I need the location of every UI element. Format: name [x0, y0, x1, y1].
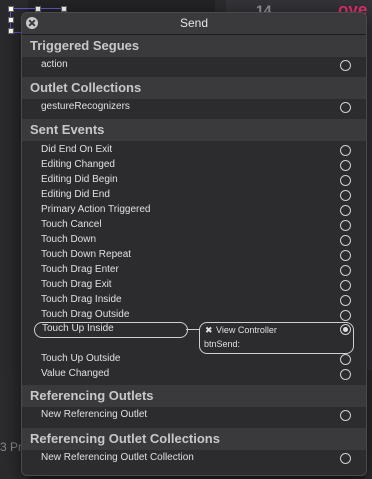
row-label: Touch Down Repeat [41, 249, 132, 260]
row-label: Editing Changed [41, 159, 115, 170]
resize-handle[interactable] [8, 17, 14, 23]
connected-circle-icon[interactable] [340, 324, 351, 335]
connection-row-touch-down[interactable]: Touch Down [22, 233, 366, 248]
section-header-referencing-outlet-collections: Referencing Outlet Collections [22, 428, 366, 450]
connection-row-new-referencing-outlet[interactable]: New Referencing Outlet [22, 408, 366, 423]
connection-row-touch-cancel[interactable]: Touch Cancel [22, 218, 366, 233]
connection-circle-icon[interactable] [340, 235, 351, 246]
connection-circle-icon[interactable] [340, 160, 351, 171]
connection-circle-icon[interactable] [340, 145, 351, 156]
connection-row-new-referencing-outlet-collection[interactable]: New Referencing Outlet Collection [22, 451, 366, 466]
connected-event-pill[interactable]: Touch Up Inside [34, 322, 188, 338]
section-label: Outlet Collections [30, 80, 142, 95]
connection-circle-icon[interactable] [340, 205, 351, 216]
section-label: Referencing Outlet Collections [30, 431, 220, 446]
row-label: gestureRecognizers [41, 101, 130, 112]
section-header-outlet-collections: Outlet Collections [22, 77, 366, 99]
popover-title: Send [179, 16, 209, 30]
section-header-sent-events: Sent Events [22, 119, 366, 141]
row-label: Editing Did End [41, 189, 110, 200]
connection-row-did-end-on-exit[interactable]: Did End On Exit [22, 143, 366, 158]
row-label: Editing Did Begin [41, 174, 118, 185]
row-label: Primary Action Triggered [41, 204, 151, 215]
connected-event-label: Touch Up Inside [42, 323, 114, 334]
connection-circle-icon[interactable] [340, 190, 351, 201]
connection-circle-icon[interactable] [340, 310, 351, 321]
connection-circle-icon[interactable] [340, 175, 351, 186]
section-header-triggered-segues: Triggered Segues [22, 35, 366, 57]
section-label: Sent Events [30, 122, 105, 137]
connection-circle-icon[interactable] [340, 453, 351, 464]
popover-titlebar: Send [22, 13, 366, 35]
row-label: Touch Drag Outside [41, 309, 130, 320]
connection-row-touch-drag-enter[interactable]: Touch Drag Enter [22, 263, 366, 278]
connection-row-editing-did-begin[interactable]: Editing Did Begin [22, 173, 366, 188]
connection-circle-icon[interactable] [340, 295, 351, 306]
connection-circle-icon[interactable] [340, 265, 351, 276]
connection-row-value-changed[interactable]: Value Changed [22, 367, 366, 382]
connection-circle-icon[interactable] [340, 410, 351, 421]
target-view-controller: View Controller [216, 325, 277, 335]
section-header-referencing-outlets: Referencing Outlets [22, 385, 366, 407]
row-label: Touch Up Outside [41, 353, 121, 364]
row-label: Touch Cancel [41, 219, 102, 230]
row-label: Touch Drag Enter [41, 264, 119, 275]
connection-row-gesture-recognizers[interactable]: gestureRecognizers [22, 100, 366, 115]
resize-handle[interactable] [8, 6, 14, 12]
row-label: New Referencing Outlet Collection [41, 452, 194, 463]
target-action-name: btnSend: [204, 339, 241, 349]
section-label: Triggered Segues [30, 38, 140, 53]
remove-connection-icon[interactable]: ✖ [205, 325, 213, 336]
connection-row-primary-action-triggered[interactable]: Primary Action Triggered [22, 203, 366, 218]
connection-circle-icon[interactable] [340, 102, 351, 113]
row-label: action [41, 59, 68, 70]
connection-row-touch-drag-outside[interactable]: Touch Drag Outside [22, 308, 366, 323]
connection-row-editing-changed[interactable]: Editing Changed [22, 158, 366, 173]
connection-row-touch-up-outside[interactable]: Touch Up Outside [22, 352, 366, 367]
connection-target-box[interactable]: ✖ View Controller btnSend: [199, 322, 354, 354]
row-label: Did End On Exit [41, 144, 113, 155]
connection-circle-icon[interactable] [340, 220, 351, 231]
connection-row-action[interactable]: action [22, 58, 366, 73]
connection-circle-icon[interactable] [340, 354, 351, 365]
section-label: Referencing Outlets [30, 388, 154, 403]
connection-circle-icon[interactable] [340, 369, 351, 380]
row-label: Touch Down [41, 234, 97, 245]
connection-row-touch-down-repeat[interactable]: Touch Down Repeat [22, 248, 366, 263]
connection-circle-icon[interactable] [340, 60, 351, 71]
connection-row-touch-drag-inside[interactable]: Touch Drag Inside [22, 293, 366, 308]
row-label: Touch Drag Exit [41, 279, 112, 290]
connection-circle-icon[interactable] [340, 280, 351, 291]
canvas-bottom-text: 3 Pr [0, 440, 23, 454]
connections-popover: Send Triggered Segues action Outlet Coll… [21, 12, 367, 476]
connection-line [186, 329, 200, 330]
connection-row-editing-did-end[interactable]: Editing Did End [22, 188, 366, 203]
row-label: Touch Drag Inside [41, 294, 122, 305]
resize-handle[interactable] [8, 28, 14, 34]
row-label: Value Changed [41, 368, 110, 379]
row-label: New Referencing Outlet [41, 409, 148, 420]
connection-row-touch-drag-exit[interactable]: Touch Drag Exit [22, 278, 366, 293]
connection-circle-icon[interactable] [340, 250, 351, 261]
